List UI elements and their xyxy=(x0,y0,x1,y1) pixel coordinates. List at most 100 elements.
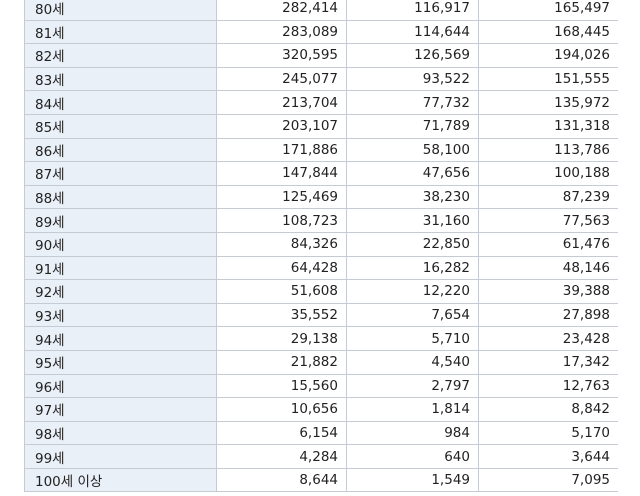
population-table: 80세 282,414 116,917 165,497 81세 283,089 114,64… xyxy=(24,0,619,493)
table-row: 91세 64,428 16,282 48,146 xyxy=(24,255,619,281)
male-cell: 38,230 xyxy=(346,184,479,210)
total-cell: 213,704 xyxy=(216,90,347,115)
female-cell: 12,763 xyxy=(478,373,619,399)
total-cell: 108,723 xyxy=(216,208,347,233)
total-cell: 283,089 xyxy=(216,19,347,45)
table-row: 85세 203,107 71,789 131,318 xyxy=(24,113,619,139)
age-cell: 92세 xyxy=(24,279,217,304)
male-cell: 31,160 xyxy=(346,208,479,233)
total-cell: 4,284 xyxy=(216,444,347,469)
male-cell: 47,656 xyxy=(346,161,479,186)
male-cell: 7,654 xyxy=(346,302,479,328)
age-cell: 81세 xyxy=(24,19,217,45)
total-cell: 282,414 xyxy=(216,0,347,21)
age-cell: 88세 xyxy=(24,184,217,210)
total-cell: 29,138 xyxy=(216,326,347,351)
male-cell: 77,732 xyxy=(346,90,479,115)
right-margin xyxy=(618,0,640,496)
age-cell: 90세 xyxy=(24,231,217,257)
female-cell: 77,563 xyxy=(478,208,619,233)
male-cell: 71,789 xyxy=(346,113,479,139)
male-cell: 1,549 xyxy=(346,467,479,493)
female-cell: 165,497 xyxy=(478,0,619,21)
male-cell: 16,282 xyxy=(346,255,479,281)
age-cell: 83세 xyxy=(24,66,217,92)
table-row: 89세 108,723 31,160 77,563 xyxy=(24,208,619,233)
table-row: 97세 10,656 1,814 8,842 xyxy=(24,397,619,422)
age-cell: 91세 xyxy=(24,255,217,281)
male-cell: 640 xyxy=(346,444,479,469)
table-row: 92세 51,608 12,220 39,388 xyxy=(24,279,619,304)
female-cell: 39,388 xyxy=(478,279,619,304)
table-row: 90세 84,326 22,850 61,476 xyxy=(24,231,619,257)
male-cell: 1,814 xyxy=(346,397,479,422)
female-cell: 61,476 xyxy=(478,231,619,257)
age-cell: 80세 xyxy=(24,0,217,21)
table-row: 80세 282,414 116,917 165,497 xyxy=(24,0,619,21)
total-cell: 203,107 xyxy=(216,113,347,139)
female-cell: 87,239 xyxy=(478,184,619,210)
total-cell: 8,644 xyxy=(216,467,347,493)
male-cell: 12,220 xyxy=(346,279,479,304)
female-cell: 27,898 xyxy=(478,302,619,328)
total-cell: 21,882 xyxy=(216,349,347,375)
age-cell: 87세 xyxy=(24,161,217,186)
age-cell: 99세 xyxy=(24,444,217,469)
age-cell: 89세 xyxy=(24,208,217,233)
male-cell: 116,917 xyxy=(346,0,479,21)
female-cell: 131,318 xyxy=(478,113,619,139)
age-cell: 86세 xyxy=(24,137,217,163)
male-cell: 984 xyxy=(346,420,479,446)
female-cell: 5,170 xyxy=(478,420,619,446)
page: 80세 282,414 116,917 165,497 81세 283,089 114,64… xyxy=(0,0,640,496)
table-row: 98세 6,154 984 5,170 xyxy=(24,420,619,446)
female-cell: 168,445 xyxy=(478,19,619,45)
female-cell: 194,026 xyxy=(478,43,619,68)
age-cell: 97세 xyxy=(24,397,217,422)
age-cell: 96세 xyxy=(24,373,217,399)
table-row: 94세 29,138 5,710 23,428 xyxy=(24,326,619,351)
male-cell: 126,569 xyxy=(346,43,479,68)
table-row: 99세 4,284 640 3,644 xyxy=(24,444,619,469)
female-cell: 151,555 xyxy=(478,66,619,92)
table-row: 84세 213,704 77,732 135,972 xyxy=(24,90,619,115)
female-cell: 48,146 xyxy=(478,255,619,281)
female-cell: 23,428 xyxy=(478,326,619,351)
female-cell: 7,095 xyxy=(478,467,619,493)
table-row: 82세 320,595 126,569 194,026 xyxy=(24,43,619,68)
table-body: 80세 282,414 116,917 165,497 81세 283,089 114,64… xyxy=(24,0,619,493)
female-cell: 17,342 xyxy=(478,349,619,375)
age-cell: 100세 이상 xyxy=(24,467,217,493)
age-cell: 93세 xyxy=(24,302,217,328)
table-row: 95세 21,882 4,540 17,342 xyxy=(24,349,619,375)
age-cell: 98세 xyxy=(24,420,217,446)
left-margin xyxy=(0,0,24,496)
total-cell: 147,844 xyxy=(216,161,347,186)
male-cell: 22,850 xyxy=(346,231,479,257)
table-row: 93세 35,552 7,654 27,898 xyxy=(24,302,619,328)
total-cell: 35,552 xyxy=(216,302,347,328)
total-cell: 64,428 xyxy=(216,255,347,281)
age-cell: 85세 xyxy=(24,113,217,139)
age-cell: 95세 xyxy=(24,349,217,375)
table-row: 87세 147,844 47,656 100,188 xyxy=(24,161,619,186)
male-cell: 58,100 xyxy=(346,137,479,163)
total-cell: 84,326 xyxy=(216,231,347,257)
age-cell: 94세 xyxy=(24,326,217,351)
male-cell: 4,540 xyxy=(346,349,479,375)
table-row: 88세 125,469 38,230 87,239 xyxy=(24,184,619,210)
age-cell: 84세 xyxy=(24,90,217,115)
female-cell: 113,786 xyxy=(478,137,619,163)
male-cell: 93,522 xyxy=(346,66,479,92)
male-cell: 2,797 xyxy=(346,373,479,399)
male-cell: 5,710 xyxy=(346,326,479,351)
table-row: 96세 15,560 2,797 12,763 xyxy=(24,373,619,399)
total-cell: 10,656 xyxy=(216,397,347,422)
female-cell: 135,972 xyxy=(478,90,619,115)
female-cell: 8,842 xyxy=(478,397,619,422)
female-cell: 3,644 xyxy=(478,444,619,469)
total-cell: 15,560 xyxy=(216,373,347,399)
total-cell: 51,608 xyxy=(216,279,347,304)
table-row: 86세 171,886 58,100 113,786 xyxy=(24,137,619,163)
table-row: 83세 245,077 93,522 151,555 xyxy=(24,66,619,92)
